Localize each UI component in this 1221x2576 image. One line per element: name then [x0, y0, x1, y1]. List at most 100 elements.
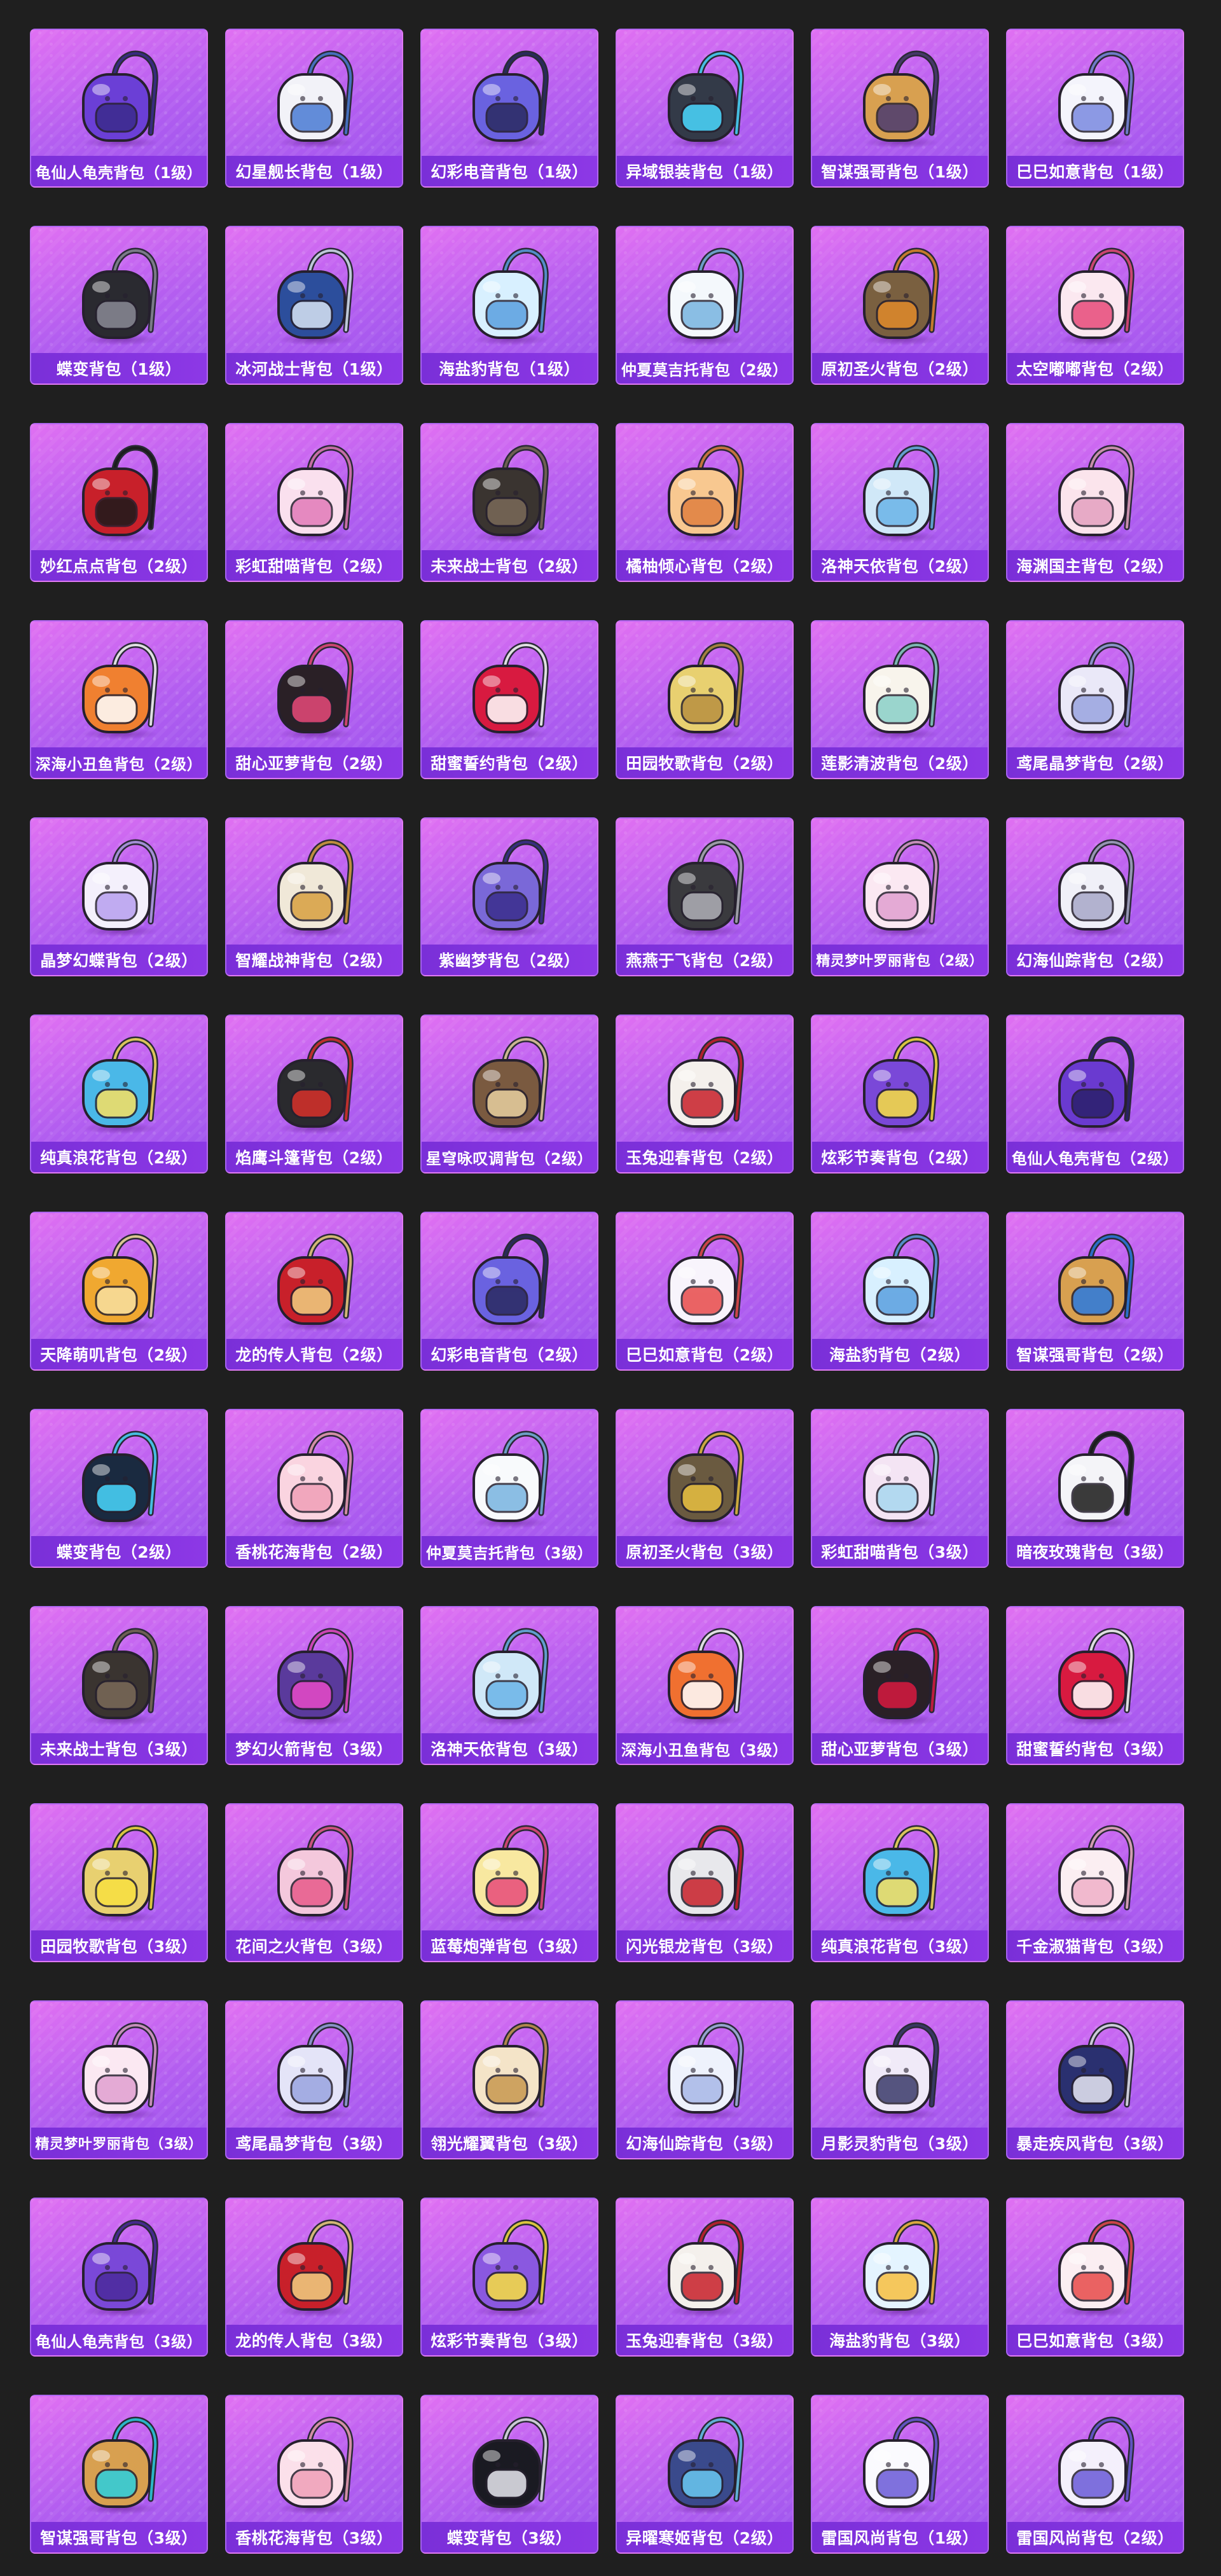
backpack-card[interactable]: 未来战士背包（3级）: [30, 1606, 208, 1765]
backpack-card[interactable]: 巳巳如意背包（3级）: [1006, 2198, 1184, 2357]
backpack-card[interactable]: 海盐豹背包（2级）: [811, 1212, 989, 1371]
backpack-card[interactable]: 香桃花海背包（2级）: [225, 1409, 403, 1568]
backpack-card[interactable]: 甜蜜誓约背包（3级）: [1006, 1606, 1184, 1765]
backpack-card[interactable]: 甜心亚萝背包（2级）: [225, 620, 403, 779]
item-label-bar: 翎光耀翼背包（3级）: [422, 2128, 597, 2158]
backpack-card[interactable]: 仲夏莫吉托背包（2级）: [616, 226, 794, 385]
backpack-card[interactable]: 深海小丑鱼背包（3级）: [616, 1606, 794, 1765]
backpack-icon: [668, 247, 744, 339]
backpack-card[interactable]: 炫彩节奏背包（3级）: [420, 2198, 598, 2357]
backpack-card[interactable]: 龟仙人龟壳背包（3级）: [30, 2198, 208, 2357]
backpack-card[interactable]: 彩虹甜喵背包（2级）: [225, 423, 403, 582]
item-name: 幻海仙踪背包（2级）: [1016, 952, 1174, 970]
item-name: 橘柚倾心背包（2级）: [626, 557, 783, 576]
backpack-card[interactable]: 纯真浪花背包（2级）: [30, 1014, 208, 1174]
backpack-card[interactable]: 田园牧歌背包（2级）: [616, 620, 794, 779]
backpack-card[interactable]: 幻星舰长背包（1级）: [225, 29, 403, 188]
backpack-card[interactable]: 田园牧歌背包（3级）: [30, 1803, 208, 1962]
backpack-icon: [82, 2416, 158, 2508]
item-name: 冰河战士背包（1级）: [235, 360, 393, 378]
backpack-card[interactable]: 智谋强哥背包（2级）: [1006, 1212, 1184, 1371]
backpack-card[interactable]: 暴走疾风背包（3级）: [1006, 2000, 1184, 2159]
backpack-card[interactable]: 千金淑猫背包（3级）: [1006, 1803, 1184, 1962]
backpack-card[interactable]: 莲影清波背包（2级）: [811, 620, 989, 779]
backpack-card[interactable]: 幻海仙踪背包（3级）: [616, 2000, 794, 2159]
backpack-card[interactable]: 鸢尾晶梦背包（3级）: [225, 2000, 403, 2159]
backpack-card[interactable]: 智耀战神背包（2级）: [225, 817, 403, 976]
backpack-card[interactable]: 橘柚倾心背包（2级）: [616, 423, 794, 582]
backpack-card[interactable]: 雷国风尚背包（1级）: [811, 2395, 989, 2554]
item-name: 彩虹甜喵背包（2级）: [235, 557, 393, 576]
backpack-card[interactable]: 冰河战士背包（1级）: [225, 226, 403, 385]
backpack-card[interactable]: 焰鹰斗篷背包（2级）: [225, 1014, 403, 1174]
backpack-card[interactable]: 晶梦幻蝶背包（2级）: [30, 817, 208, 976]
backpack-card[interactable]: 仲夏莫吉托背包（3级）: [420, 1409, 598, 1568]
item-name: 深海小丑鱼背包（3级）: [621, 1741, 789, 1759]
backpack-card[interactable]: 龙的传人背包（2级）: [225, 1212, 403, 1371]
item-label-bar: 精灵梦叶罗丽背包（3级）: [31, 2128, 207, 2158]
item-label-bar: 幻彩电音背包（2级）: [422, 1339, 597, 1369]
backpack-card[interactable]: 梦幻火箭背包（3级）: [225, 1606, 403, 1765]
backpack-card[interactable]: 原初圣火背包（3级）: [616, 1409, 794, 1568]
item-name: 月影灵豹背包（3级）: [821, 2135, 979, 2153]
backpack-icon: [277, 2219, 354, 2311]
backpack-card[interactable]: 彩虹甜喵背包（3级）: [811, 1409, 989, 1568]
backpack-card[interactable]: 暗夜玫瑰背包（3级）: [1006, 1409, 1184, 1568]
backpack-card[interactable]: 天降萌叽背包（2级）: [30, 1212, 208, 1371]
backpack-card[interactable]: 月影灵豹背包（3级）: [811, 2000, 989, 2159]
backpack-card[interactable]: 深海小丑鱼背包（2级）: [30, 620, 208, 779]
backpack-card[interactable]: 甜蜜誓约背包（2级）: [420, 620, 598, 779]
backpack-card[interactable]: 智谋强哥背包（1级）: [811, 29, 989, 188]
backpack-card[interactable]: 异曜寒姬背包（2级）: [616, 2395, 794, 2554]
backpack-icon: [1058, 642, 1135, 733]
backpack-card[interactable]: 纯真浪花背包（3级）: [811, 1803, 989, 1962]
item-name: 原初圣火背包（2级）: [821, 360, 979, 378]
backpack-card[interactable]: 洛神天依背包（2级）: [811, 423, 989, 582]
backpack-card[interactable]: 巳巳如意背包（2级）: [616, 1212, 794, 1371]
backpack-card[interactable]: 炫彩节奏背包（2级）: [811, 1014, 989, 1174]
backpack-card[interactable]: 闪光银龙背包（3级）: [616, 1803, 794, 1962]
backpack-card[interactable]: 星穹咏叹调背包（2级）: [420, 1014, 598, 1174]
backpack-card[interactable]: 智谋强哥背包（3级）: [30, 2395, 208, 2554]
backpack-card[interactable]: 幻海仙踪背包（2级）: [1006, 817, 1184, 976]
backpack-card[interactable]: 龙的传人背包（3级）: [225, 2198, 403, 2357]
backpack-card[interactable]: 精灵梦叶罗丽背包（2级）: [811, 817, 989, 976]
backpack-card[interactable]: 甜心亚萝背包（3级）: [811, 1606, 989, 1765]
backpack-card[interactable]: 玉兔迎春背包（2级）: [616, 1014, 794, 1174]
backpack-card[interactable]: 蝶变背包（3级）: [420, 2395, 598, 2554]
backpack-card[interactable]: 龟仙人龟壳背包（1级）: [30, 29, 208, 188]
backpack-card[interactable]: 龟仙人龟壳背包（2级）: [1006, 1014, 1184, 1174]
backpack-card[interactable]: 蝶变背包（2级）: [30, 1409, 208, 1568]
backpack-card[interactable]: 巳巳如意背包（1级）: [1006, 29, 1184, 188]
item-label-bar: 海盐豹背包（2级）: [812, 1339, 988, 1369]
item-name: 智谋强哥背包（2级）: [1016, 1346, 1174, 1364]
backpack-grid: 龟仙人龟壳背包（1级） 幻星舰长背包（1级） 幻彩电音背包（1级） 异域银装背包（1级…: [0, 0, 1221, 2576]
backpack-icon: [668, 1036, 744, 1128]
backpack-card[interactable]: 紫幽梦背包（2级）: [420, 817, 598, 976]
item-label-bar: 闪光银龙背包（3级）: [617, 1930, 792, 1961]
backpack-card[interactable]: 香桃花海背包（3级）: [225, 2395, 403, 2554]
backpack-card[interactable]: 海盐豹背包（3级）: [811, 2198, 989, 2357]
backpack-card[interactable]: 燕燕于飞背包（2级）: [616, 817, 794, 976]
backpack-card[interactable]: 妙红点点背包（2级）: [30, 423, 208, 582]
backpack-icon: [82, 1430, 158, 1522]
item-label-bar: 异域银装背包（1级）: [617, 156, 792, 186]
backpack-card[interactable]: 玉兔迎春背包（3级）: [616, 2198, 794, 2357]
backpack-card[interactable]: 花间之火背包（3级）: [225, 1803, 403, 1962]
backpack-card[interactable]: 原初圣火背包（2级）: [811, 226, 989, 385]
backpack-card[interactable]: 幻彩电音背包（2级）: [420, 1212, 598, 1371]
backpack-card[interactable]: 精灵梦叶罗丽背包（3级）: [30, 2000, 208, 2159]
backpack-card[interactable]: 雷国风尚背包（2级）: [1006, 2395, 1184, 2554]
backpack-card[interactable]: 幻彩电音背包（1级）: [420, 29, 598, 188]
item-name: 晶梦幻蝶背包（2级）: [40, 952, 198, 970]
backpack-card[interactable]: 蝶变背包（1级）: [30, 226, 208, 385]
backpack-card[interactable]: 蓝莓炮弹背包（3级）: [420, 1803, 598, 1962]
backpack-card[interactable]: 洛神天依背包（3级）: [420, 1606, 598, 1765]
backpack-card[interactable]: 异域银装背包（1级）: [616, 29, 794, 188]
backpack-card[interactable]: 鸢尾晶梦背包（2级）: [1006, 620, 1184, 779]
backpack-card[interactable]: 太空嘟嘟背包（2级）: [1006, 226, 1184, 385]
backpack-card[interactable]: 海渊国主背包（2级）: [1006, 423, 1184, 582]
backpack-card[interactable]: 未来战士背包（2级）: [420, 423, 598, 582]
backpack-card[interactable]: 海盐豹背包（1级）: [420, 226, 598, 385]
backpack-card[interactable]: 翎光耀翼背包（3级）: [420, 2000, 598, 2159]
